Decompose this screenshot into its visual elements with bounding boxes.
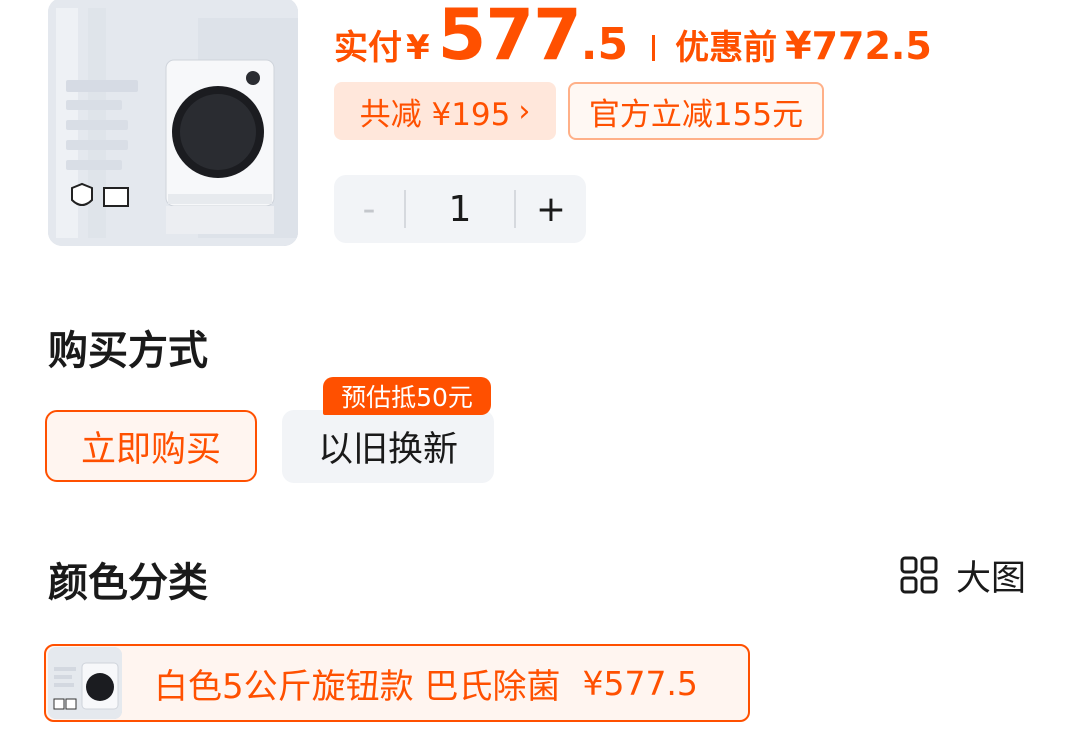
price-row: 实付 ¥ 577 .5 优惠前 ¥772.5: [334, 0, 932, 76]
trade-in-badge: 预估抵50元: [323, 377, 491, 415]
total-discount-tag[interactable]: 共减 ¥195 ›: [334, 82, 556, 140]
currency-symbol: ¥: [406, 28, 430, 68]
chevron-right-icon: ›: [518, 93, 531, 129]
option-thumbnail: [48, 647, 122, 719]
big-image-label: 大图: [956, 558, 1027, 599]
official-discount-label: 官方立减155元: [588, 96, 804, 133]
quantity-stepper: - 1 +: [334, 175, 586, 243]
price-divider: [652, 35, 656, 61]
total-discount-label: 共减 ¥195: [359, 96, 511, 133]
quantity-increase-button[interactable]: +: [516, 175, 586, 243]
grid-view-icon: [900, 556, 938, 594]
color-option-label: 白色5公斤旋钮款 巴氏除菌: [154, 666, 561, 707]
paid-price-decimal: .5: [580, 19, 629, 70]
buy-now-option[interactable]: 立即购买: [45, 410, 257, 482]
quantity-decrease-button[interactable]: -: [334, 175, 404, 243]
trade-in-option[interactable]: 以旧换新: [282, 410, 494, 483]
color-option-white-5kg[interactable]: 白色5公斤旋钮款 巴氏除菌 ¥577.5: [44, 644, 750, 722]
paid-price-integer: 577: [437, 0, 582, 76]
purchase-method-title: 购买方式: [48, 328, 208, 374]
washing-machine-thumb-icon: [48, 647, 122, 719]
sku-selector-panel: 实付 ¥ 577 .5 优惠前 ¥772.5 共减 ¥195 › 官方立减155…: [0, 0, 1080, 739]
big-image-toggle[interactable]: 大图: [900, 553, 1026, 599]
original-price-label: 优惠前: [675, 28, 778, 68]
color-option-price: ¥577.5: [582, 663, 698, 703]
quantity-value[interactable]: 1: [406, 189, 514, 230]
official-discount-tag: 官方立减155元: [568, 82, 824, 140]
original-price: ¥772.5: [785, 24, 932, 68]
washing-machine-photo-icon: [48, 0, 298, 246]
color-category-title: 颜色分类: [48, 560, 208, 606]
product-image[interactable]: [48, 0, 298, 246]
paid-price-label: 实付: [334, 28, 402, 68]
